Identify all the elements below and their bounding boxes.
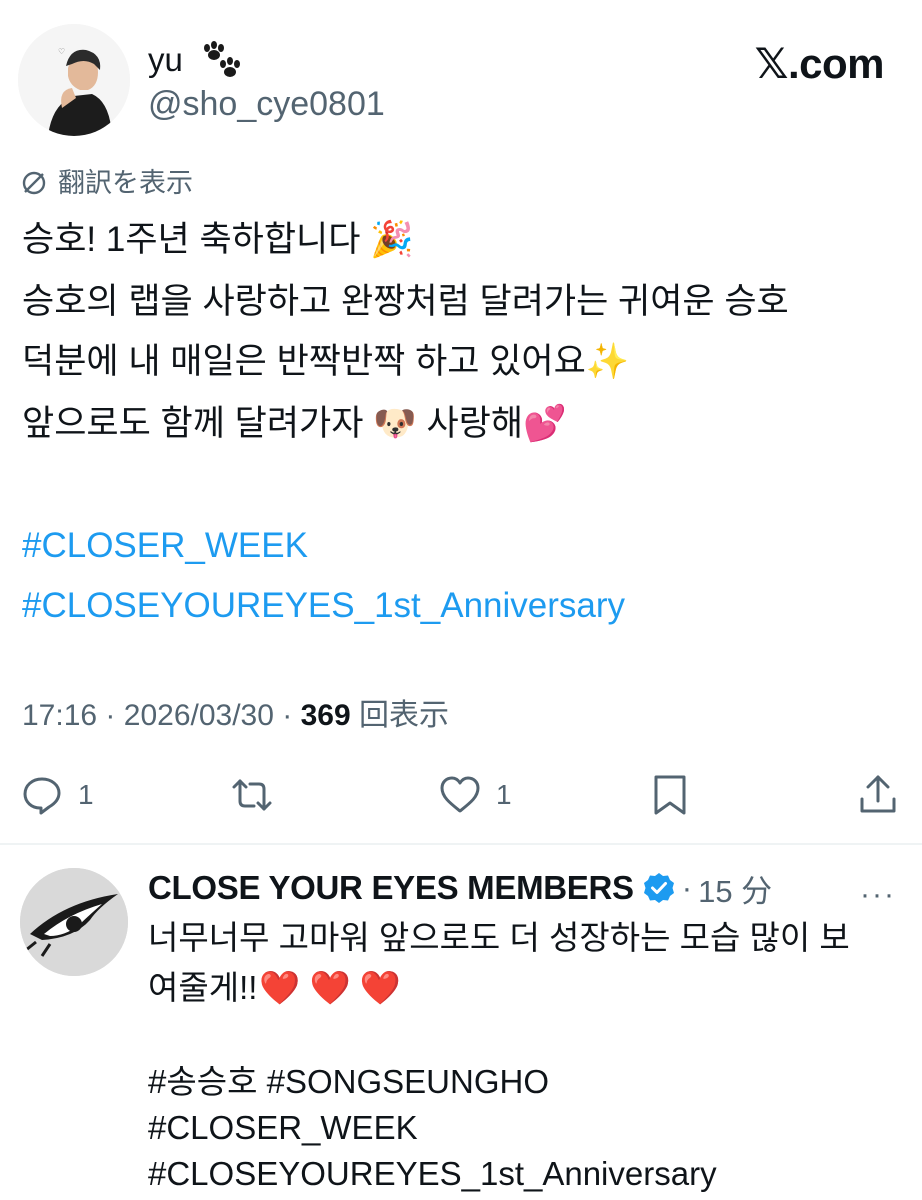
reply-icon [23,777,61,815]
like-button[interactable]: 1 [438,772,512,818]
paw-prints-icon [203,41,240,77]
heart-icon [440,776,480,813]
reply-hashtag-row-1: #송승호 #SONGSEUNGHO [148,1062,549,1102]
svg-text:♡: ♡ [58,47,65,56]
globe-icon [22,171,46,195]
reply-line-2-text: 여줄게!! [148,969,258,1006]
tweet-meta: 17:16 · 2026/03/30 · 369 回表示 [22,698,449,734]
hashtag-songseungho-en[interactable]: #SONGSEUNGHO [267,1063,549,1100]
author-name-row: yu [148,40,243,80]
eye-logo-icon [20,868,128,976]
reply-line-1: 너무너무 고마워 앞으로도 더 성장하는 모습 많이 보 [148,919,850,956]
view-label: 回表示 [359,699,450,732]
tweet-line-2: 승호의 랩을 사랑하고 완짱처럼 달려가는 귀여운 승호 [22,282,789,321]
share-button[interactable] [856,772,900,818]
view-count: 369 [300,699,351,732]
verified-badge-icon [643,873,674,903]
tweet-date[interactable]: 2026/03/30 [124,699,274,732]
reply-hashtag-closer-week[interactable]: #CLOSER_WEEK [148,1108,418,1148]
reply-button[interactable]: 1 [20,772,94,818]
reply-separator: · [681,870,693,905]
translate-link[interactable]: 翻訳を表示 [20,166,193,200]
share-icon [860,775,896,813]
author-avatar[interactable]: ♡ [18,24,130,136]
tweet-line-3: 덕분에 내 매일은 반짝반짝 하고 있어요✨ [22,342,630,381]
author-username[interactable]: @sho_cye0801 [148,84,385,124]
repost-icon [232,779,272,811]
avatar-photo: ♡ [18,24,130,136]
repost-button[interactable] [230,772,274,818]
meta-separator: · [282,699,293,732]
reply-count: 1 [78,779,94,810]
hashtag-closer-week[interactable]: #CLOSER_WEEK [22,526,308,566]
reply-author-name[interactable]: CLOSE YOUR EYES MEMBERS [148,869,634,907]
reply-header: CLOSE YOUR EYES MEMBERS · 15 分 [148,866,772,910]
divider [0,843,922,845]
reply-author-avatar[interactable] [20,868,128,976]
meta-separator: · [105,699,116,732]
reply-hashtag-anniversary[interactable]: #CLOSEYOUREYES_1st_Anniversary [148,1154,717,1194]
x-com-logo: 𝕏.com [754,40,885,87]
more-options-button[interactable]: ··· [860,878,896,912]
tweet-line-4: 앞으로도 함께 달려가자 🐶 사랑해💕 [22,404,567,443]
translate-label: 翻訳を表示 [58,168,193,198]
hashtag-anniversary[interactable]: #CLOSEYOUREYES_1st_Anniversary [22,586,625,626]
reply-time[interactable]: 15 分 [698,866,772,911]
reply-line-2: 여줄게!! ❤️ ❤️ ❤️ [148,968,401,1008]
hashtag-songseungho-ko[interactable]: #송승호 [148,1063,257,1100]
bookmark-icon [654,775,686,815]
author-display-name[interactable]: yu [148,40,183,80]
like-count: 1 [496,779,512,810]
bookmark-button[interactable] [648,772,692,818]
hearts-emoji: ❤️ ❤️ ❤️ [259,969,402,1006]
tweet-line-1: 승호! 1주년 축하합니다 🎉 [22,220,414,259]
tweet-time[interactable]: 17:16 [22,699,97,732]
